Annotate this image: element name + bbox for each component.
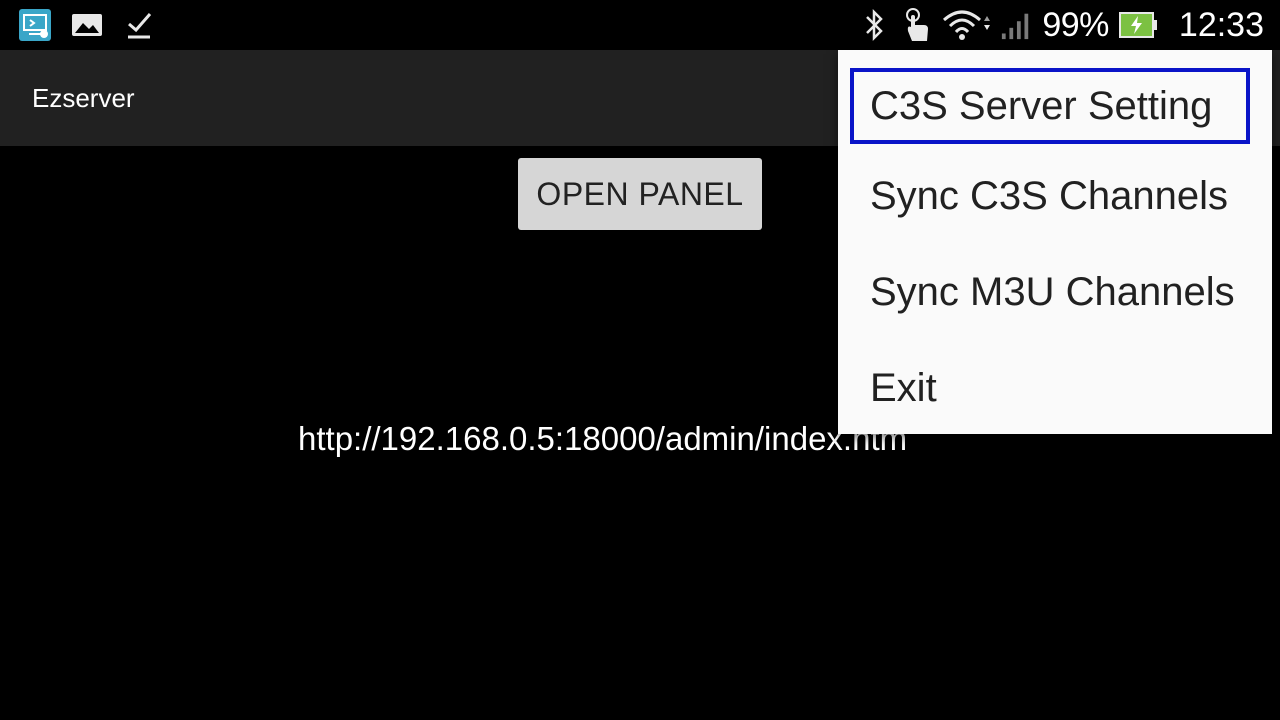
wifi-icon: [942, 8, 991, 42]
notification-icons: [18, 8, 156, 42]
download-done-icon: [122, 8, 156, 42]
bluetooth-icon: [858, 8, 890, 42]
overflow-menu: C3S Server Setting Sync C3S Channels Syn…: [838, 50, 1272, 434]
battery-percent: 99%: [1042, 5, 1109, 44]
menu-item-sync-c3s-channels[interactable]: Sync C3S Channels: [838, 148, 1272, 244]
menu-item-exit[interactable]: Exit: [838, 340, 1272, 436]
image-icon: [70, 8, 104, 42]
app-title: Ezserver: [32, 83, 135, 113]
system-status: 99% 12:33: [858, 4, 1264, 46]
screen: 99% 12:33 Ezserver OPEN PANEL http://192…: [0, 0, 1280, 720]
clock: 12:33: [1178, 5, 1264, 44]
touch-icon: [900, 8, 932, 42]
battery-charging-icon: [1118, 8, 1159, 42]
status-bar: 99% 12:33: [0, 0, 1280, 50]
signal-icon: [1000, 8, 1032, 42]
menu-item-sync-m3u-channels[interactable]: Sync M3U Channels: [838, 244, 1272, 340]
menu-item-c3s-server-setting[interactable]: C3S Server Setting: [850, 68, 1250, 144]
open-panel-button[interactable]: OPEN PANEL: [518, 158, 762, 230]
admin-url: http://192.168.0.5:18000/admin/index.htm: [298, 420, 908, 457]
remote-desktop-icon: [18, 8, 52, 42]
